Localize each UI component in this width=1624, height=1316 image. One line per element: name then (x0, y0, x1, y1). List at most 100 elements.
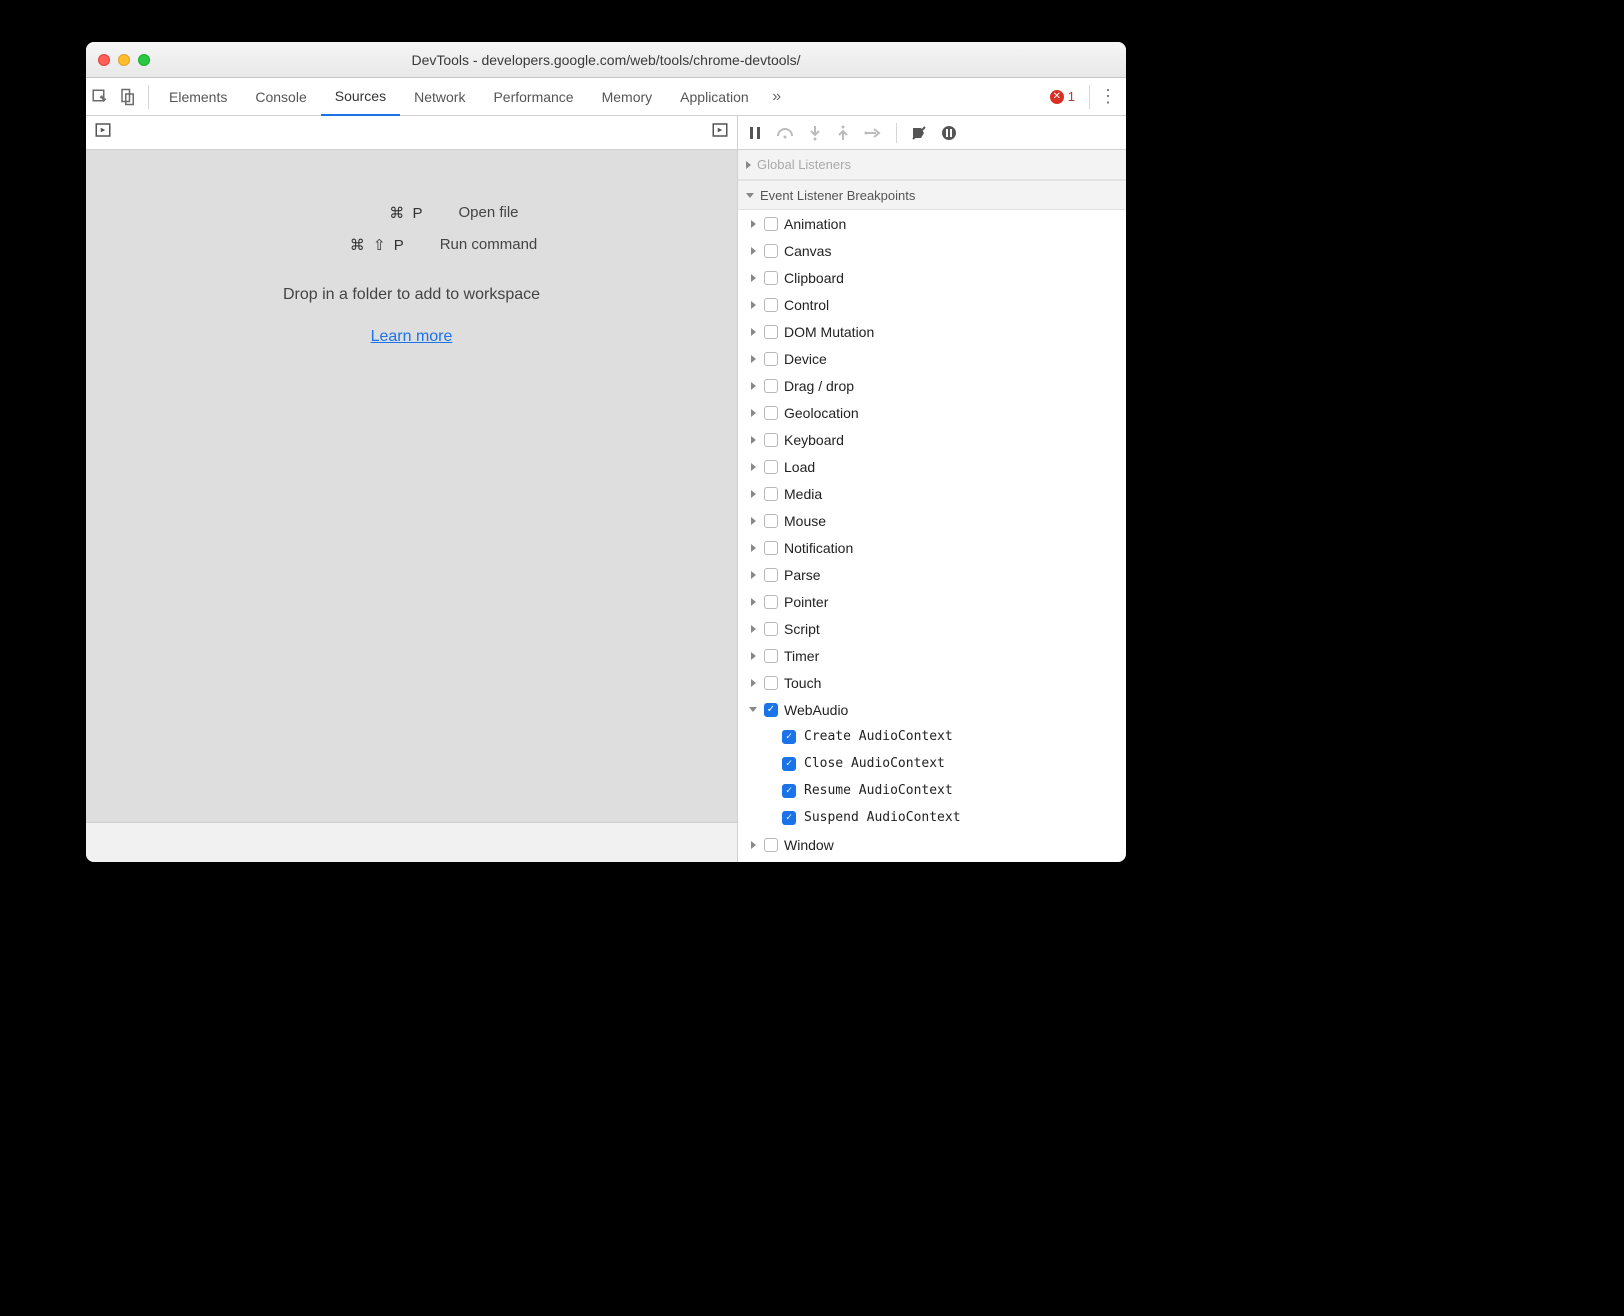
zoom-window-button[interactable] (138, 54, 150, 66)
step-over-icon[interactable] (776, 126, 794, 140)
breakpoint-checkbox[interactable]: ✓ (782, 757, 796, 771)
chevron-right-icon (751, 301, 756, 309)
device-toolbar-icon[interactable] (114, 78, 142, 116)
breakpoint-category[interactable]: DOM Mutation (738, 318, 1126, 345)
breakpoint-category[interactable]: Geolocation (738, 399, 1126, 426)
category-checkbox[interactable] (764, 244, 778, 258)
tab-sources[interactable]: Sources (321, 78, 400, 116)
breakpoint-category[interactable]: Animation (738, 210, 1126, 237)
breakpoint-category[interactable]: Notification (738, 534, 1126, 561)
breakpoint-category[interactable]: Control (738, 291, 1126, 318)
tab-console[interactable]: Console (241, 78, 320, 116)
chevron-right-icon (751, 355, 756, 363)
tab-performance[interactable]: Performance (479, 78, 587, 116)
inspect-element-icon[interactable] (86, 78, 114, 116)
pause-icon[interactable] (748, 126, 762, 140)
breakpoint-category[interactable]: Timer (738, 642, 1126, 669)
breakpoint-checkbox[interactable]: ✓ (782, 730, 796, 744)
breakpoint-checkbox[interactable]: ✓ (782, 811, 796, 825)
chevron-right-icon (751, 463, 756, 471)
category-checkbox[interactable] (764, 217, 778, 231)
category-checkbox[interactable] (764, 433, 778, 447)
debugger-sections: Global Listeners Event Listener Breakpoi… (738, 150, 1126, 862)
breakpoint-category[interactable]: ✓ WebAudio (738, 696, 1126, 723)
category-checkbox[interactable] (764, 514, 778, 528)
deactivate-breakpoints-icon[interactable] (911, 125, 927, 141)
section-global-listeners[interactable]: Global Listeners (738, 150, 1126, 180)
breakpoint-category[interactable]: Clipboard (738, 264, 1126, 291)
window-title: DevTools - developers.google.com/web/too… (86, 52, 1126, 68)
chevron-right-icon (751, 247, 756, 255)
breakpoint-category[interactable]: Pointer (738, 588, 1126, 615)
chevron-right-icon (751, 220, 756, 228)
category-checkbox[interactable] (764, 838, 778, 852)
chevron-right-icon (751, 571, 756, 579)
tab-application[interactable]: Application (666, 78, 763, 116)
breakpoint-item[interactable]: ✓Suspend AudioContext (738, 804, 1126, 831)
category-label: Drag / drop (784, 378, 854, 394)
category-label: Load (784, 459, 815, 475)
sources-subtoolbar (86, 116, 737, 150)
section-event-listener-breakpoints[interactable]: Event Listener Breakpoints (738, 180, 1126, 210)
tab-elements[interactable]: Elements (155, 78, 241, 116)
shortcut-run-command: ⌘ ⇧ P Run command (286, 236, 538, 254)
minimize-window-button[interactable] (118, 54, 130, 66)
category-label: Window (784, 837, 834, 853)
category-checkbox[interactable] (764, 676, 778, 690)
learn-more-link[interactable]: Learn more (371, 328, 453, 346)
breakpoint-category[interactable]: Window (738, 831, 1126, 858)
show-navigator-icon[interactable] (94, 121, 112, 144)
breakpoint-checkbox[interactable]: ✓ (782, 784, 796, 798)
category-checkbox[interactable] (764, 298, 778, 312)
breakpoint-category[interactable]: Drag / drop (738, 372, 1126, 399)
drop-folder-text: Drop in a folder to add to workspace (283, 286, 540, 304)
section-label: Event Listener Breakpoints (760, 188, 915, 203)
category-checkbox[interactable] (764, 595, 778, 609)
shortcut-open-file: ⌘ P Open file (304, 204, 518, 222)
chevron-right-icon (751, 274, 756, 282)
tab-network[interactable]: Network (400, 78, 479, 116)
breakpoint-category[interactable]: Keyboard (738, 426, 1126, 453)
close-window-button[interactable] (98, 54, 110, 66)
breakpoint-category[interactable]: Media (738, 480, 1126, 507)
more-tabs-icon[interactable]: » (763, 78, 791, 116)
category-checkbox[interactable] (764, 487, 778, 501)
chevron-right-icon (751, 328, 756, 336)
category-checkbox[interactable] (764, 271, 778, 285)
breakpoint-item[interactable]: ✓Create AudioContext (738, 723, 1126, 750)
error-indicator[interactable]: ✕ 1 (1050, 89, 1075, 104)
breakpoint-category[interactable]: Parse (738, 561, 1126, 588)
category-label: Mouse (784, 513, 826, 529)
devtools-tabbar: ElementsConsoleSourcesNetworkPerformance… (86, 78, 1126, 116)
category-checkbox[interactable] (764, 406, 778, 420)
breakpoint-item[interactable]: ✓Close AudioContext (738, 750, 1126, 777)
chevron-right-icon (751, 544, 756, 552)
category-label: Pointer (784, 594, 828, 610)
breakpoint-category[interactable]: Script (738, 615, 1126, 642)
breakpoint-item[interactable]: ✓Resume AudioContext (738, 777, 1126, 804)
breakpoint-category[interactable]: Load (738, 453, 1126, 480)
step-into-icon[interactable] (808, 125, 822, 141)
category-checkbox[interactable] (764, 325, 778, 339)
breakpoint-category[interactable]: Mouse (738, 507, 1126, 534)
category-checkbox[interactable] (764, 649, 778, 663)
chevron-right-icon (746, 161, 751, 169)
breakpoint-category[interactable]: Touch (738, 669, 1126, 696)
category-checkbox[interactable]: ✓ (764, 703, 778, 717)
category-checkbox[interactable] (764, 622, 778, 636)
category-checkbox[interactable] (764, 568, 778, 582)
breakpoint-category[interactable]: Device (738, 345, 1126, 372)
separator (1089, 85, 1090, 109)
category-checkbox[interactable] (764, 352, 778, 366)
category-checkbox[interactable] (764, 460, 778, 474)
show-debugger-icon[interactable] (711, 121, 729, 144)
breakpoint-category[interactable]: Canvas (738, 237, 1126, 264)
pause-on-exceptions-icon[interactable] (941, 125, 957, 141)
category-label: WebAudio (784, 702, 848, 718)
step-icon[interactable] (864, 126, 882, 140)
settings-kebab-icon[interactable]: ⋮ (1096, 86, 1120, 107)
category-checkbox[interactable] (764, 541, 778, 555)
step-out-icon[interactable] (836, 125, 850, 141)
category-checkbox[interactable] (764, 379, 778, 393)
tab-memory[interactable]: Memory (588, 78, 667, 116)
